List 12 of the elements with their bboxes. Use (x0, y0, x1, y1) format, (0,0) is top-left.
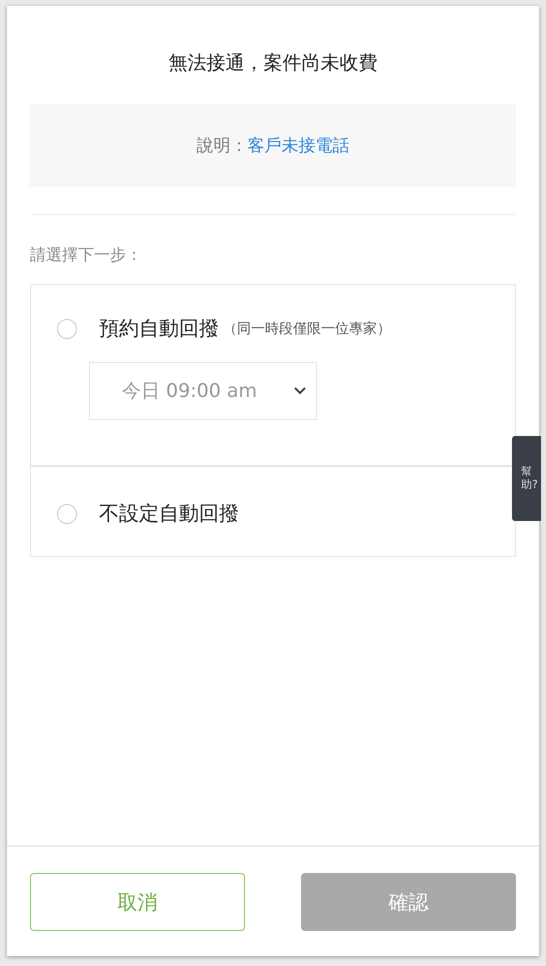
radio-button[interactable] (57, 504, 77, 524)
option-label: 預約自動回撥 (99, 315, 219, 342)
time-select[interactable]: 今日 09:00 am (89, 362, 317, 420)
cancel-button[interactable]: 取消 (30, 873, 245, 931)
chevron-down-icon (294, 387, 306, 395)
help-tab[interactable]: 幫助? (512, 436, 541, 521)
note-text: 說明：客戶未接電話 (196, 135, 350, 157)
radio-button[interactable] (57, 318, 77, 338)
dialog-title: 無法接通，案件尚未收費 (168, 51, 378, 76)
option-label: 不設定自動回撥 (99, 500, 239, 527)
option-hint: （同一時段僅限一位專家） (223, 320, 391, 338)
prompt-label: 請選擇下一步： (30, 245, 142, 266)
